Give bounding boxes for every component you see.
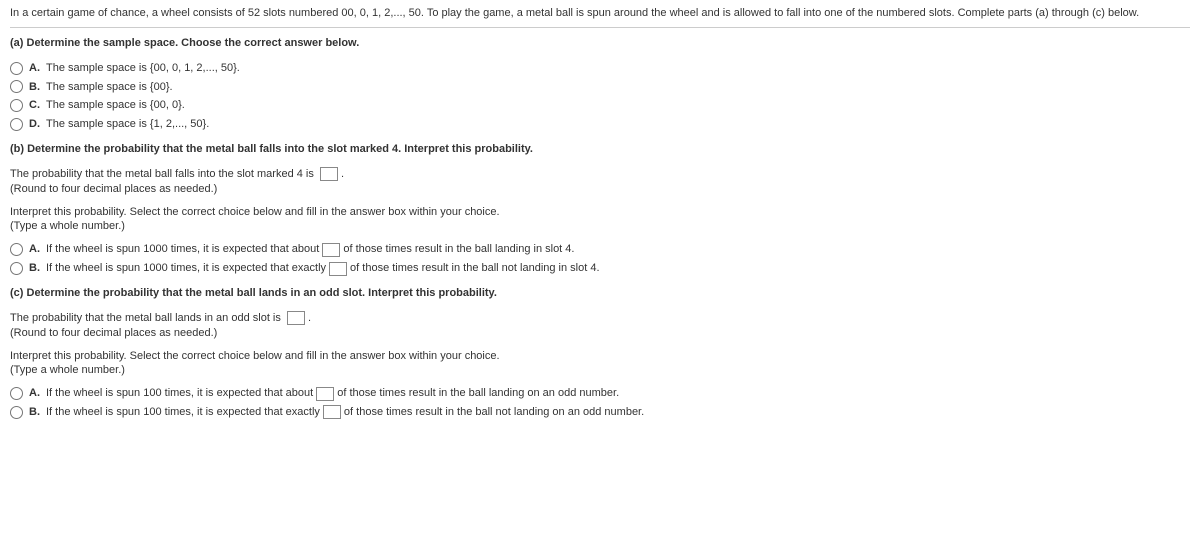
text-b-a-before: If the wheel is spun 1000 times, it is e… bbox=[46, 242, 319, 257]
part-c-interpret-hint: (Type a whole number.) bbox=[10, 363, 1190, 378]
part-c-interpret: Interpret this probability. Select the c… bbox=[10, 349, 1190, 379]
part-b-prob-input[interactable] bbox=[320, 167, 338, 181]
part-c-option-b: B. If the wheel is spun 100 times, it is… bbox=[10, 405, 1190, 420]
part-b-section: (b) Determine the probability that the m… bbox=[10, 142, 1190, 276]
part-b-a-input[interactable] bbox=[322, 243, 340, 257]
text-b-b-before: If the wheel is spun 1000 times, it is e… bbox=[46, 261, 326, 276]
text-c-a-before: If the wheel is spun 100 times, it is ex… bbox=[46, 386, 313, 401]
label-b-b: B. bbox=[29, 261, 40, 276]
radio-a-c[interactable] bbox=[10, 99, 23, 112]
label-a-a: A. bbox=[29, 61, 40, 76]
label-a-b: B. bbox=[29, 80, 40, 95]
part-b-interpret-prompt: Interpret this probability. Select the c… bbox=[10, 205, 1190, 220]
problem-intro: In a certain game of chance, a wheel con… bbox=[10, 6, 1190, 21]
text-c-a-after: of those times result in the ball landin… bbox=[337, 386, 619, 401]
part-c-section: (c) Determine the probability that the m… bbox=[10, 286, 1190, 420]
divider bbox=[10, 27, 1190, 28]
part-a-section: (a) Determine the sample space. Choose t… bbox=[10, 36, 1190, 132]
text-a-b: The sample space is {00}. bbox=[46, 80, 173, 95]
part-c-probtext: The probability that the metal ball land… bbox=[10, 312, 284, 324]
radio-c-a[interactable] bbox=[10, 387, 23, 400]
part-b-option-b: B. If the wheel is spun 1000 times, it i… bbox=[10, 261, 1190, 276]
part-c-option-a: A. If the wheel is spun 100 times, it is… bbox=[10, 386, 1190, 401]
part-a-option-b: B. The sample space is {00}. bbox=[10, 80, 1190, 95]
text-a-a: The sample space is {00, 0, 1, 2,..., 50… bbox=[46, 61, 240, 76]
text-c-b-before: If the wheel is spun 100 times, it is ex… bbox=[46, 405, 320, 420]
part-c-hint: (Round to four decimal places as needed.… bbox=[10, 326, 1190, 341]
part-b-interpret: Interpret this probability. Select the c… bbox=[10, 205, 1190, 235]
label-c-b: B. bbox=[29, 405, 40, 420]
text-b-a-after: of those times result in the ball landin… bbox=[343, 242, 574, 257]
part-a-option-c: C. The sample space is {00, 0}. bbox=[10, 98, 1190, 113]
part-b-prob: The probability that the metal ball fall… bbox=[10, 167, 1190, 197]
text-a-d: The sample space is {1, 2,..., 50}. bbox=[46, 117, 209, 132]
text-a-c: The sample space is {00, 0}. bbox=[46, 98, 185, 113]
part-b-interpret-hint: (Type a whole number.) bbox=[10, 219, 1190, 234]
part-a-option-a: A. The sample space is {00, 0, 1, 2,...,… bbox=[10, 61, 1190, 76]
radio-b-b[interactable] bbox=[10, 262, 23, 275]
radio-c-b[interactable] bbox=[10, 406, 23, 419]
part-c-b-input[interactable] bbox=[323, 405, 341, 419]
label-c-a: A. bbox=[29, 386, 40, 401]
text-c-b-after: of those times result in the ball not la… bbox=[344, 405, 644, 420]
label-b-a: A. bbox=[29, 242, 40, 257]
radio-a-d[interactable] bbox=[10, 118, 23, 131]
part-b-option-a: A. If the wheel is spun 1000 times, it i… bbox=[10, 242, 1190, 257]
text-b-b-after: of those times result in the ball not la… bbox=[350, 261, 599, 276]
part-b-hint: (Round to four decimal places as needed.… bbox=[10, 182, 1190, 197]
part-b-heading: (b) Determine the probability that the m… bbox=[10, 142, 1190, 157]
radio-b-a[interactable] bbox=[10, 243, 23, 256]
part-a-option-d: D. The sample space is {1, 2,..., 50}. bbox=[10, 117, 1190, 132]
part-b-b-input[interactable] bbox=[329, 262, 347, 276]
radio-a-a[interactable] bbox=[10, 62, 23, 75]
part-c-a-input[interactable] bbox=[316, 387, 334, 401]
part-a-heading: (a) Determine the sample space. Choose t… bbox=[10, 36, 1190, 51]
part-c-prob: The probability that the metal ball land… bbox=[10, 311, 1190, 341]
label-a-d: D. bbox=[29, 117, 40, 132]
part-b-probtext: The probability that the metal ball fall… bbox=[10, 168, 317, 180]
part-c-interpret-prompt: Interpret this probability. Select the c… bbox=[10, 349, 1190, 364]
part-c-heading: (c) Determine the probability that the m… bbox=[10, 286, 1190, 301]
label-a-c: C. bbox=[29, 98, 40, 113]
part-c-prob-input[interactable] bbox=[287, 311, 305, 325]
radio-a-b[interactable] bbox=[10, 80, 23, 93]
